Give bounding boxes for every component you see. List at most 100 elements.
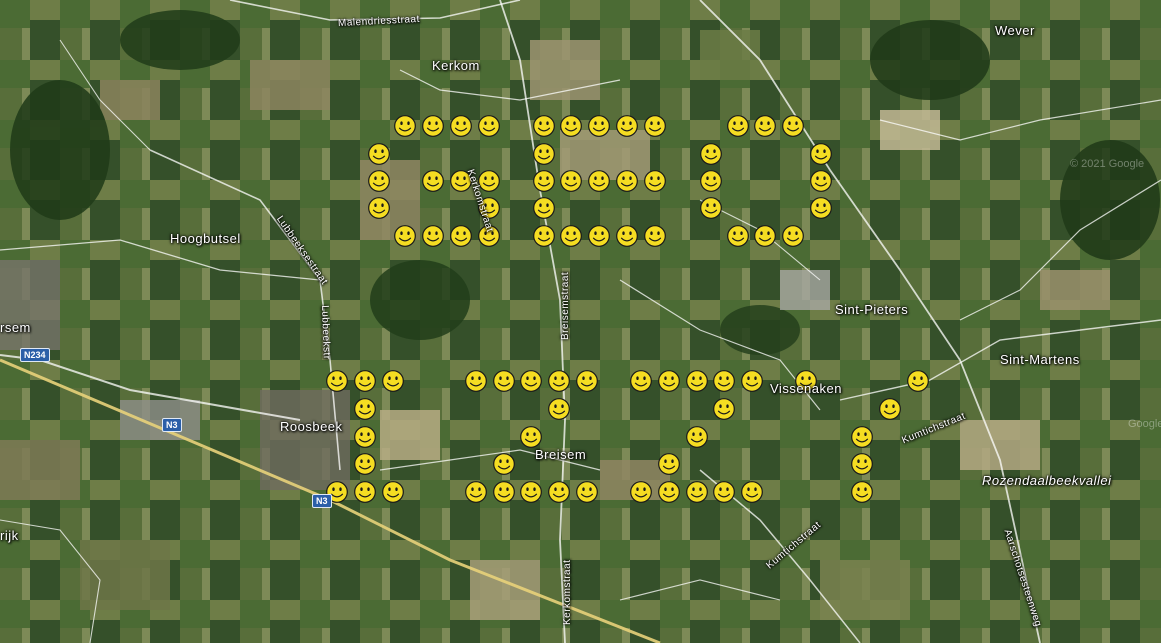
smiley-face-icon	[493, 453, 515, 475]
smiley-face-icon	[713, 370, 735, 392]
smiley-face-icon	[560, 225, 582, 247]
smiley-face-icon	[851, 481, 873, 503]
smiley-face-icon	[382, 370, 404, 392]
smiley-face-icon	[533, 143, 555, 165]
smiley-face-icon	[810, 170, 832, 192]
smiley-face-icon	[907, 370, 929, 392]
satellite-terrain	[0, 0, 1161, 643]
smiley-face-icon	[658, 370, 680, 392]
place-label-roosbeek: Roosbeek	[280, 419, 343, 434]
smiley-face-icon	[354, 426, 376, 448]
smiley-face-icon	[879, 398, 901, 420]
smiley-face-icon	[588, 225, 610, 247]
smiley-face-icon	[644, 225, 666, 247]
smiley-face-icon	[754, 225, 776, 247]
smiley-face-icon	[354, 453, 376, 475]
satellite-map[interactable]: Kerkom Wever Hoogbutsel Sint-Pieters Sin…	[0, 0, 1161, 643]
smiley-face-icon	[810, 143, 832, 165]
smiley-face-icon	[686, 481, 708, 503]
street-label-kerkomstraat-south: Kerkomstraat	[562, 559, 573, 625]
place-label-kerkom: Kerkom	[432, 58, 480, 73]
smiley-face-icon	[727, 115, 749, 137]
place-label-sint-martens: Sint-Martens	[1000, 352, 1080, 367]
copyright-watermark: © 2021 Google	[1070, 158, 1145, 170]
smiley-face-icon	[713, 481, 735, 503]
smiley-face-icon	[533, 197, 555, 219]
smiley-face-icon	[616, 170, 638, 192]
smiley-face-icon	[782, 115, 804, 137]
smiley-face-icon	[576, 481, 598, 503]
smiley-face-icon	[450, 115, 472, 137]
place-label-rozendaalbeekvallei: Rozendaalbeekvallei	[982, 473, 1112, 488]
place-label-hoogbutsel: Hoogbutsel	[170, 231, 241, 246]
place-label-wever: Wever	[995, 23, 1035, 38]
smiley-face-icon	[520, 370, 542, 392]
smiley-face-icon	[754, 115, 776, 137]
smiley-face-icon	[658, 481, 680, 503]
smiley-face-icon	[394, 115, 416, 137]
smiley-face-icon	[686, 370, 708, 392]
smiley-face-icon	[713, 398, 735, 420]
smiley-face-icon	[533, 225, 555, 247]
smiley-face-icon	[588, 115, 610, 137]
smiley-face-icon	[354, 398, 376, 420]
smiley-face-icon	[368, 197, 390, 219]
smiley-face-icon	[560, 170, 582, 192]
smiley-face-icon	[686, 426, 708, 448]
smiley-face-icon	[727, 225, 749, 247]
smiley-face-icon	[548, 398, 570, 420]
road-shield-n3-south: N3	[312, 494, 332, 508]
place-label-rsem: rsem	[0, 320, 31, 335]
smiley-face-icon	[533, 170, 555, 192]
street-label-breisemstraat: Breisemstraat	[560, 271, 571, 340]
smiley-face-icon	[658, 453, 680, 475]
smiley-face-icon	[810, 197, 832, 219]
smiley-face-icon	[741, 481, 763, 503]
road-shield-n3: N3	[162, 418, 182, 432]
smiley-face-icon	[548, 370, 570, 392]
smiley-face-icon	[394, 225, 416, 247]
smiley-face-icon	[520, 481, 542, 503]
smiley-face-icon	[465, 370, 487, 392]
smiley-face-icon	[560, 115, 582, 137]
smiley-face-icon	[700, 197, 722, 219]
smiley-face-icon	[616, 115, 638, 137]
smiley-face-icon	[851, 453, 873, 475]
google-watermark: Google	[1128, 418, 1161, 430]
street-label-lubbeekstr: Lubbeekstr	[319, 305, 332, 360]
road-shield-n234: N234	[20, 348, 50, 362]
smiley-face-icon	[354, 481, 376, 503]
smiley-face-icon	[520, 426, 542, 448]
smiley-face-icon	[422, 225, 444, 247]
smiley-face-icon	[616, 225, 638, 247]
smiley-face-icon	[450, 225, 472, 247]
smiley-face-icon	[368, 143, 390, 165]
smiley-face-icon	[422, 115, 444, 137]
smiley-face-icon	[548, 481, 570, 503]
smiley-face-icon	[741, 370, 763, 392]
smiley-face-icon	[644, 170, 666, 192]
place-label-breisem: Breisem	[535, 447, 587, 462]
smiley-face-icon	[533, 115, 555, 137]
smiley-face-icon	[382, 481, 404, 503]
smiley-face-icon	[700, 143, 722, 165]
place-label-rijk: rijk	[0, 528, 19, 543]
smiley-face-icon	[782, 225, 804, 247]
smiley-face-icon	[478, 115, 500, 137]
smiley-face-icon	[422, 170, 444, 192]
smiley-face-icon	[630, 481, 652, 503]
smiley-face-icon	[576, 370, 598, 392]
smiley-face-icon	[326, 370, 348, 392]
smiley-face-icon	[588, 170, 610, 192]
smiley-face-icon	[493, 481, 515, 503]
place-label-sint-pieters: Sint-Pieters	[835, 302, 909, 317]
smiley-face-icon	[354, 370, 376, 392]
smiley-face-icon	[700, 170, 722, 192]
smiley-face-icon	[644, 115, 666, 137]
smiley-face-icon	[368, 170, 390, 192]
smiley-face-icon	[851, 426, 873, 448]
smiley-face-icon	[465, 481, 487, 503]
smiley-face-icon	[630, 370, 652, 392]
smiley-face-icon	[493, 370, 515, 392]
place-label-vissenaken: Vissenaken	[770, 381, 842, 396]
